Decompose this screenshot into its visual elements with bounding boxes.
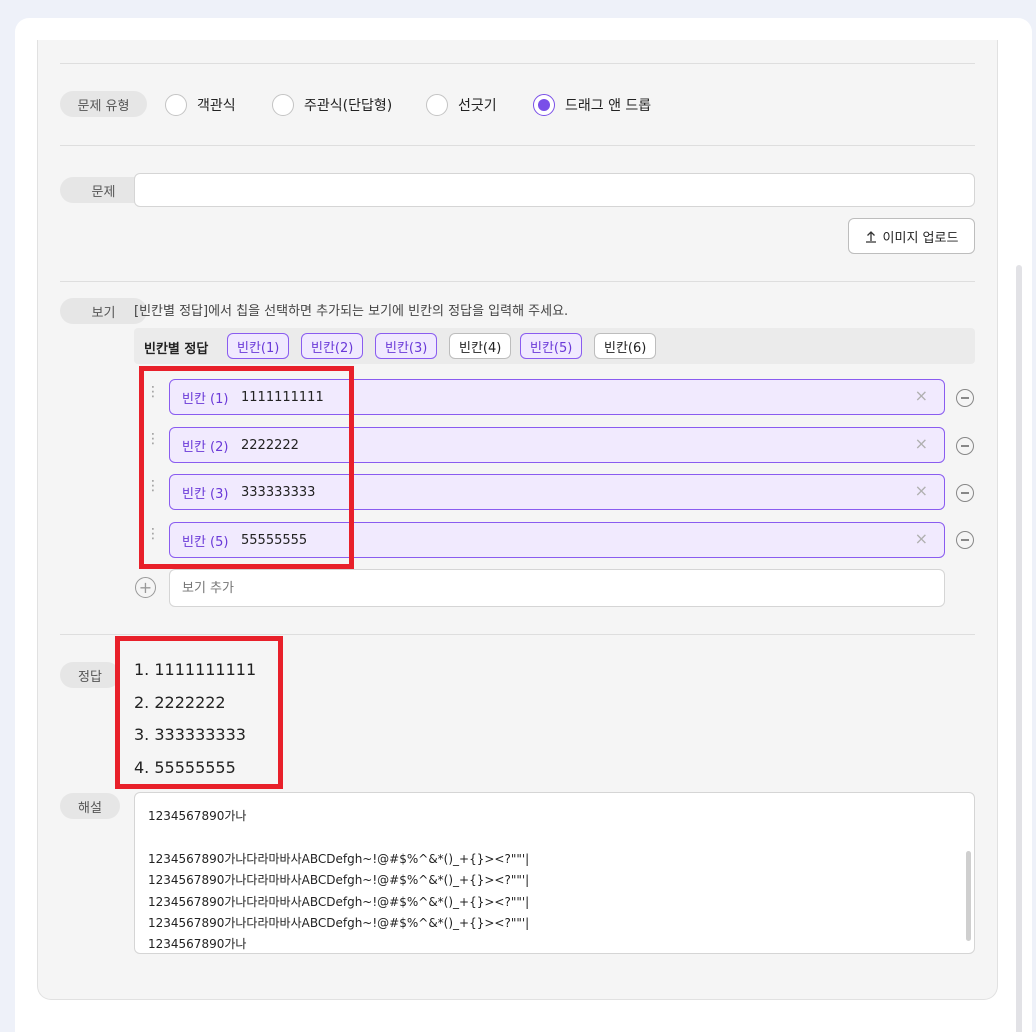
clear-icon[interactable]: × xyxy=(915,529,928,548)
question-input[interactable] xyxy=(134,173,975,207)
chip-bar-label: 빈칸별 정답 xyxy=(144,342,209,357)
question-type-label: 문제 유형 xyxy=(60,91,147,117)
remove-choice-button[interactable] xyxy=(956,389,974,407)
add-choice-icon[interactable]: + xyxy=(135,577,156,598)
explanation-line: 1234567890가나 xyxy=(148,937,247,951)
divider xyxy=(60,634,975,635)
clear-icon[interactable]: × xyxy=(915,386,928,405)
explanation-line: 1234567890가나다라마바사ABCDefgh~!@#$%^&*()_+{}… xyxy=(148,873,530,887)
explanation-textarea[interactable]: 1234567890가나 1234567890가나다라마바사ABCDefgh~!… xyxy=(134,792,975,954)
clear-icon[interactable]: × xyxy=(915,434,928,453)
highlight-box xyxy=(115,636,283,789)
remove-choice-button[interactable] xyxy=(956,484,974,502)
radio-circle[interactable] xyxy=(272,94,294,116)
explanation-scrollbar[interactable] xyxy=(966,851,971,941)
explanation-line: 1234567890가나 xyxy=(148,809,247,823)
divider xyxy=(60,63,975,64)
divider xyxy=(60,281,975,282)
chip-blank-2[interactable]: 빈칸(2) xyxy=(301,333,364,359)
chip-blank-4[interactable]: 빈칸(4) xyxy=(449,333,512,359)
clear-icon[interactable]: × xyxy=(915,481,928,500)
highlight-box xyxy=(139,366,354,569)
radio-short-answer[interactable]: 주관식(단답형) xyxy=(272,94,392,116)
image-upload-button[interactable]: 이미지 업로드 xyxy=(848,218,975,254)
chip-blank-3[interactable]: 빈칸(3) xyxy=(375,333,438,359)
chip-blank-1[interactable]: 빈칸(1) xyxy=(227,333,290,359)
remove-choice-button[interactable] xyxy=(956,531,974,549)
upload-icon xyxy=(865,230,876,243)
chip-blank-6[interactable]: 빈칸(6) xyxy=(594,333,657,359)
answer-label: 정답 xyxy=(60,662,120,688)
radio-circle[interactable] xyxy=(165,94,187,116)
remove-choice-button[interactable] xyxy=(956,437,974,455)
radio-line-matching[interactable]: 선긋기 xyxy=(426,94,497,116)
add-choice-input[interactable] xyxy=(169,569,945,607)
radio-multiple-choice[interactable]: 객관식 xyxy=(165,94,236,116)
radio-drag-and-drop[interactable]: 드래그 앤 드롭 xyxy=(533,94,651,116)
divider xyxy=(60,145,975,146)
explanation-label: 해설 xyxy=(60,793,120,819)
radio-circle-selected[interactable] xyxy=(533,94,555,116)
chip-blank-5[interactable]: 빈칸(5) xyxy=(520,333,583,359)
explanation-line: 1234567890가나다라마바사ABCDefgh~!@#$%^&*()_+{}… xyxy=(148,916,530,930)
choices-guide-text: [빈칸별 정답]에서 칩을 선택하면 추가되는 보기에 빈칸의 정답을 입력해 … xyxy=(134,304,569,319)
radio-circle[interactable] xyxy=(426,94,448,116)
explanation-line: 1234567890가나다라마바사ABCDefgh~!@#$%^&*()_+{}… xyxy=(148,895,530,909)
explanation-line: 1234567890가나다라마바사ABCDefgh~!@#$%^&*()_+{}… xyxy=(148,852,530,866)
page-scrollbar[interactable] xyxy=(1016,265,1022,1032)
